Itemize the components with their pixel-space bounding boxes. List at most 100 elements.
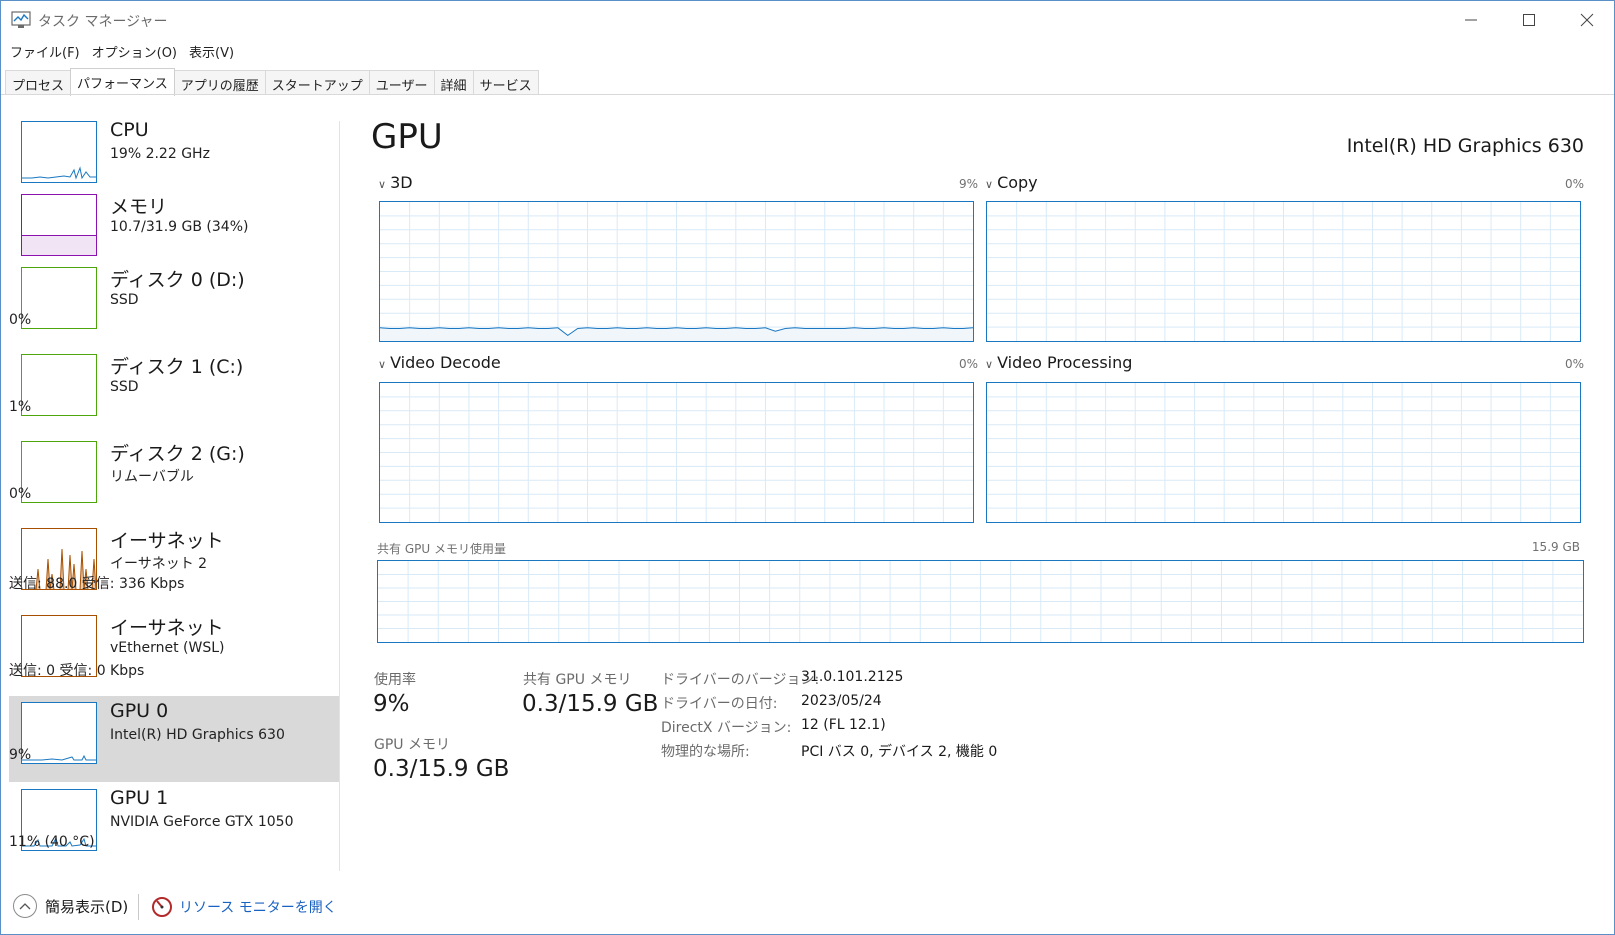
resource-monitor-icon bbox=[152, 897, 172, 917]
sidebar-item-name: CPU bbox=[110, 119, 149, 141]
minimize-button[interactable] bbox=[1442, 1, 1500, 39]
disk-2-thumbnail-graph bbox=[21, 441, 97, 503]
sidebar-item-usage: 1% bbox=[9, 399, 32, 415]
close-icon bbox=[1580, 13, 1594, 27]
chevron-down-icon: ∨ bbox=[985, 178, 994, 191]
sidebar-item-gpu-0[interactable]: GPU 0 Intel(R) HD Graphics 630 9% bbox=[9, 696, 339, 782]
resource-sidebar: CPU 19% 2.22 GHz メモリ 10.7/31.9 GB (34%) … bbox=[1, 95, 341, 875]
driver-date-value: 2023/05/24 bbox=[801, 693, 882, 709]
footer-separator bbox=[138, 894, 139, 920]
sidebar-item-usage: 0% bbox=[9, 312, 32, 328]
sidebar-item-detail: 19% 2.22 GHz bbox=[110, 146, 210, 162]
driver-date-label: ドライバーの日付: bbox=[661, 696, 778, 712]
sidebar-item-name: イーサネット bbox=[110, 530, 224, 552]
graph-copy-percent: 0% bbox=[1565, 177, 1585, 191]
sidebar-item-name: GPU 0 bbox=[110, 700, 169, 722]
sidebar-item-throughput: 送信: 0 受信: 0 Kbps bbox=[9, 663, 145, 679]
sidebar-item-detail: NVIDIA GeForce GTX 1050 bbox=[110, 814, 294, 830]
maximize-button[interactable] bbox=[1500, 1, 1558, 39]
graph-video-processing-percent: 0% bbox=[1565, 357, 1585, 371]
sidebar-item-throughput: 送信: 88.0 受信: 336 Kbps bbox=[9, 576, 185, 592]
physical-location-label: 物理的な場所: bbox=[661, 744, 750, 760]
graph-3d-percent: 9% bbox=[959, 177, 979, 191]
sidebar-item-name: イーサネット bbox=[110, 617, 224, 639]
tab-details[interactable]: 詳細 bbox=[433, 70, 474, 95]
disk-0-thumbnail-graph bbox=[21, 267, 97, 329]
sidebar-item-detail: SSD bbox=[110, 292, 139, 308]
sidebar-item-detail: vEthernet (WSL) bbox=[110, 640, 225, 656]
graph-3d-label[interactable]: ∨ 3D bbox=[378, 173, 413, 192]
tab-services[interactable]: サービス bbox=[472, 70, 539, 95]
minimize-icon bbox=[1465, 19, 1477, 21]
chevron-down-icon: ∨ bbox=[378, 358, 387, 371]
sidebar-item-ethernet-wsl[interactable]: イーサネット vEthernet (WSL) 送信: 0 受信: 0 Kbps bbox=[9, 609, 339, 695]
driver-version-value: 31.0.101.2125 bbox=[801, 669, 904, 685]
graph-copy-label[interactable]: ∨ Copy bbox=[985, 173, 1038, 192]
window-title: タスク マネージャー bbox=[38, 14, 168, 30]
shared-memory-graph-label: 共有 GPU メモリ使用量 bbox=[377, 542, 506, 556]
shared-memory-graph bbox=[377, 560, 1584, 643]
sidebar-item-name: ディスク 1 (C:) bbox=[110, 356, 244, 378]
adapter-name: Intel(R) HD Graphics 630 bbox=[1346, 135, 1584, 157]
close-button[interactable] bbox=[1558, 1, 1615, 39]
maximize-icon bbox=[1523, 14, 1535, 26]
gpu-memory-label: GPU メモリ bbox=[374, 737, 450, 753]
page-title: GPU bbox=[371, 117, 443, 157]
open-resource-monitor-link[interactable]: リソース モニターを開く bbox=[151, 896, 337, 918]
shared-gpu-memory-label: 共有 GPU メモリ bbox=[523, 672, 632, 688]
tab-app-history[interactable]: アプリの履歴 bbox=[173, 70, 266, 95]
sidebar-item-disk-2[interactable]: ディスク 2 (G:) リムーバブル 0% bbox=[9, 435, 339, 521]
sidebar-item-name: ディスク 0 (D:) bbox=[110, 269, 245, 291]
tab-startup[interactable]: スタートアップ bbox=[264, 70, 370, 95]
gpu-0-thumbnail-graph bbox=[21, 702, 97, 764]
disk-1-thumbnail-graph bbox=[21, 354, 97, 416]
usage-label: 使用率 bbox=[374, 672, 416, 688]
sidebar-item-usage: 9% bbox=[9, 747, 32, 763]
sidebar-item-gpu-1[interactable]: GPU 1 NVIDIA GeForce GTX 1050 11% (40 °C… bbox=[9, 783, 339, 869]
graph-video-decode-label[interactable]: ∨ Video Decode bbox=[378, 353, 501, 372]
usage-value: 9% bbox=[373, 691, 410, 717]
task-manager-app-icon bbox=[11, 11, 31, 28]
sidebar-item-detail: リムーバブル bbox=[110, 469, 194, 485]
menu-options[interactable]: オプション(O) bbox=[86, 39, 183, 63]
chevron-up-icon bbox=[13, 894, 37, 918]
sidebar-item-disk-0[interactable]: ディスク 0 (D:) SSD 0% bbox=[9, 261, 339, 347]
sidebar-divider bbox=[339, 121, 340, 871]
tab-bar: プロセス パフォーマンス アプリの履歴 スタートアップ ユーザー 詳細 サービス bbox=[5, 68, 539, 96]
graph-video-decode bbox=[379, 382, 974, 523]
fewer-details-button[interactable]: 簡易表示(D) bbox=[13, 894, 128, 918]
sidebar-item-name: GPU 1 bbox=[110, 787, 169, 809]
tab-performance[interactable]: パフォーマンス bbox=[70, 68, 175, 96]
graph-copy bbox=[986, 201, 1581, 342]
cpu-thumbnail-graph bbox=[21, 121, 97, 183]
sidebar-item-detail: 10.7/31.9 GB (34%) bbox=[110, 219, 249, 235]
sidebar-item-ethernet-2[interactable]: イーサネット イーサネット 2 送信: 88.0 受信: 336 Kbps bbox=[9, 522, 339, 608]
gpu-memory-value: 0.3/15.9 GB bbox=[373, 756, 510, 782]
shared-gpu-memory-value: 0.3/15.9 GB bbox=[522, 691, 659, 717]
fewer-details-label: 簡易表示(D) bbox=[45, 897, 129, 916]
graph-video-processing bbox=[986, 382, 1581, 523]
driver-version-label: ドライバーのバージョン: bbox=[661, 672, 820, 688]
shared-memory-graph-max: 15.9 GB bbox=[1531, 540, 1580, 554]
graph-3d bbox=[379, 201, 974, 342]
directx-version-value: 12 (FL 12.1) bbox=[801, 717, 886, 733]
task-manager-window: タスク マネージャー ファイル(F) オプション(O) 表示(V) プロセス パ… bbox=[0, 0, 1615, 935]
tab-processes[interactable]: プロセス bbox=[5, 70, 72, 95]
chevron-down-icon: ∨ bbox=[985, 358, 994, 371]
sidebar-item-detail: Intel(R) HD Graphics 630 bbox=[110, 727, 285, 743]
physical-location-value: PCI バス 0, デバイス 2, 機能 0 bbox=[801, 744, 998, 760]
graph-video-decode-percent: 0% bbox=[959, 357, 979, 371]
menu-file[interactable]: ファイル(F) bbox=[4, 39, 86, 63]
sidebar-item-name: メモリ bbox=[110, 196, 168, 218]
directx-version-label: DirectX バージョン: bbox=[661, 720, 792, 736]
sidebar-item-detail: SSD bbox=[110, 379, 139, 395]
graph-video-processing-title: Video Processing bbox=[997, 353, 1133, 372]
tab-users[interactable]: ユーザー bbox=[368, 70, 435, 95]
menu-view[interactable]: 表示(V) bbox=[183, 39, 240, 63]
sidebar-item-usage: 11% (40 °C) bbox=[9, 834, 95, 850]
graph-video-processing-label[interactable]: ∨ Video Processing bbox=[985, 353, 1132, 372]
sidebar-item-disk-1[interactable]: ディスク 1 (C:) SSD 1% bbox=[9, 348, 339, 434]
chevron-down-icon: ∨ bbox=[378, 178, 387, 191]
open-resource-monitor-label: リソース モニターを開く bbox=[179, 900, 337, 916]
sidebar-item-detail: イーサネット 2 bbox=[110, 556, 208, 572]
